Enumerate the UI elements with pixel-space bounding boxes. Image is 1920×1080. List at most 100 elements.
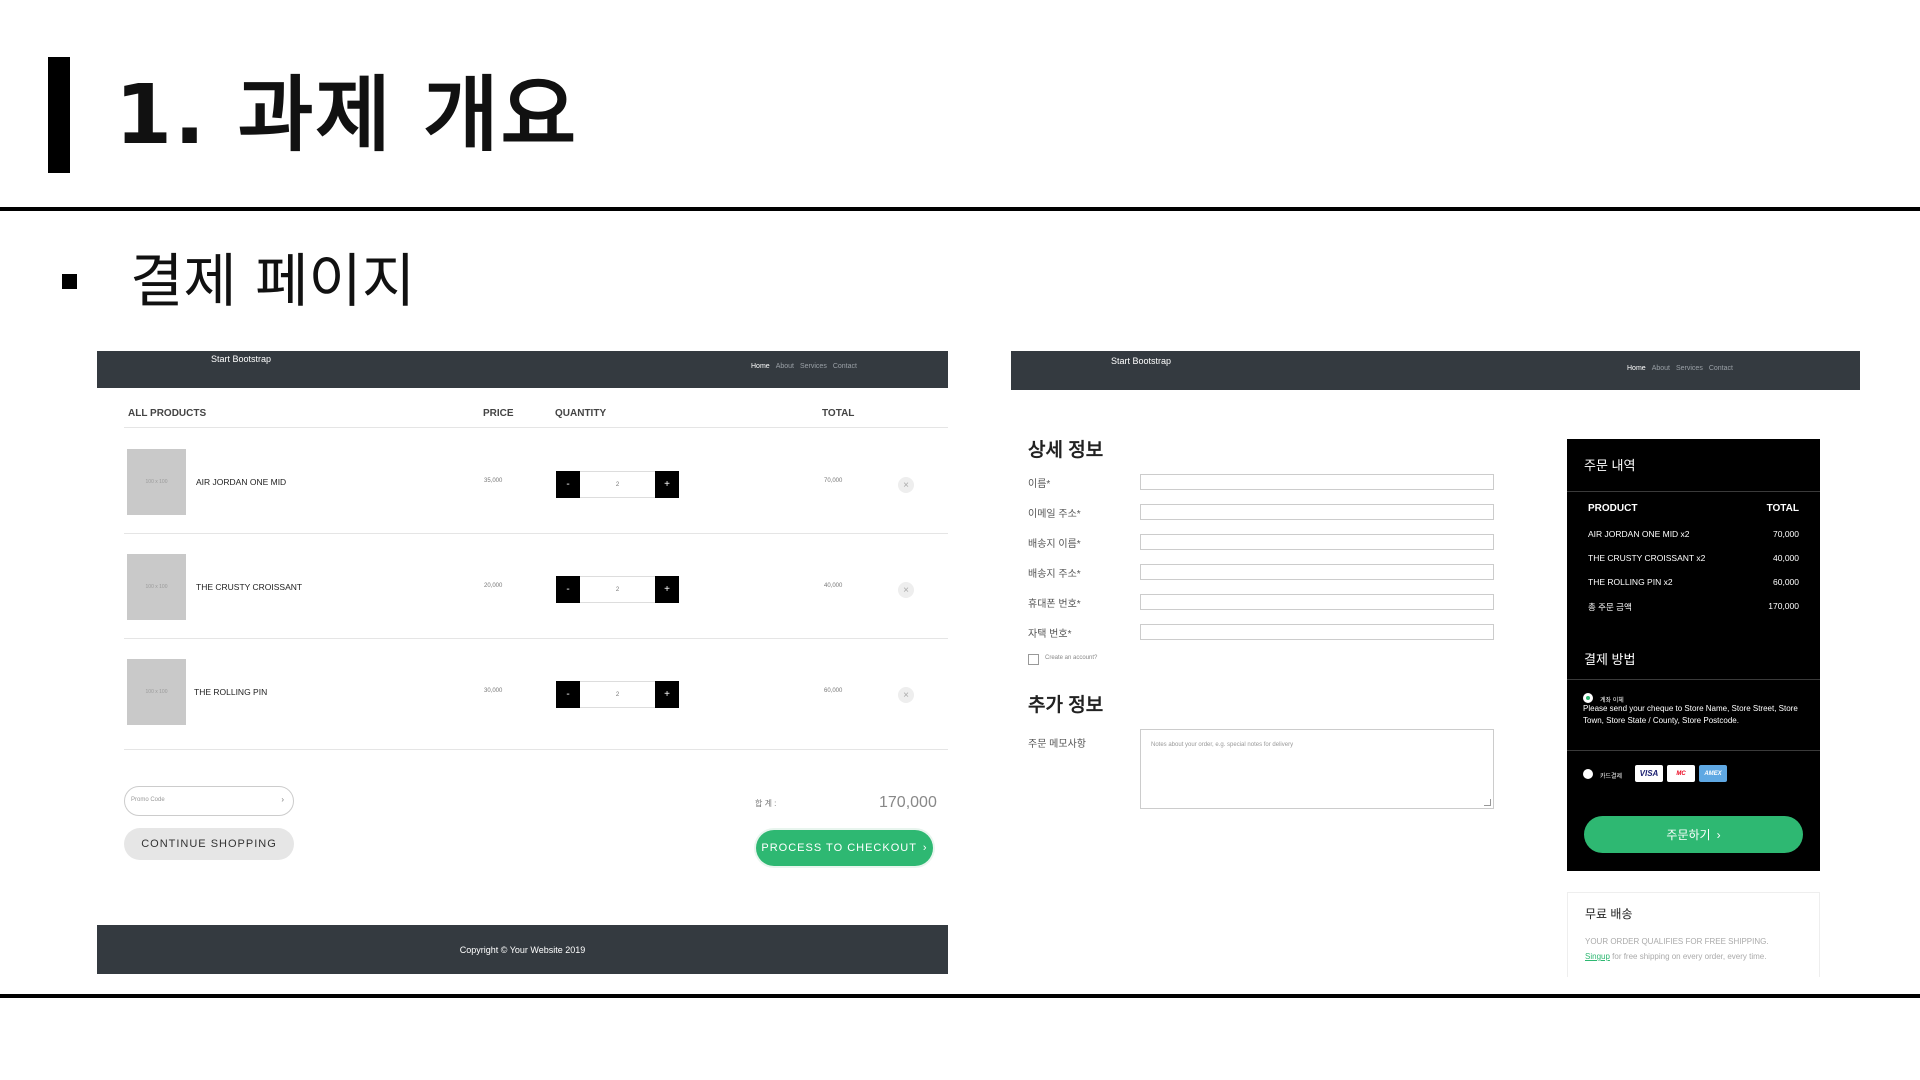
qty-plus-button[interactable]: + (655, 471, 679, 498)
qty-value[interactable]: 2 (580, 681, 655, 708)
nav-link-services[interactable]: Services (800, 363, 827, 370)
home-phone-field[interactable] (1140, 624, 1494, 640)
row-total: 60,000 (824, 688, 843, 694)
free-shipping-title: 무료 배송 (1585, 907, 1633, 921)
qty-plus-button[interactable]: + (655, 576, 679, 603)
transfer-radio[interactable] (1583, 693, 1593, 703)
subtotal-value: 170,000 (879, 794, 937, 811)
top-divider (0, 207, 1920, 211)
navbar-links: Home About Services Contact (751, 363, 857, 370)
navbar-brand[interactable]: Start Bootstrap (211, 354, 271, 364)
bottom-divider (0, 994, 1920, 998)
promo-code-input[interactable]: Promo Code › (124, 786, 294, 816)
continue-shopping-button[interactable]: CONTINUE SHOPPING (124, 828, 294, 860)
quantity-stepper: - 2 + (556, 576, 679, 603)
free-shipping-line1: YOUR ORDER QUALIFIES FOR FREE SHIPPING. (1585, 937, 1769, 946)
promo-submit-icon[interactable]: › (281, 795, 284, 804)
summary-amount: 40,000 (1773, 553, 1799, 563)
create-account-checkbox[interactable] (1028, 654, 1039, 665)
chevron-right-icon: › (1716, 827, 1721, 842)
place-order-button[interactable]: 주문하기 › (1584, 816, 1803, 853)
slide-subtitle: 결제 페이지 (130, 247, 416, 315)
row-total: 40,000 (824, 583, 843, 589)
process-to-checkout-button[interactable]: PROCESS TO CHECKOUT › (756, 830, 933, 866)
summary-item: AIR JORDAN ONE MID x2 (1588, 529, 1690, 539)
remove-icon[interactable]: × (898, 687, 914, 703)
payment-method-title: 결제 방법 (1584, 652, 1636, 667)
nav-link-home[interactable]: Home (751, 363, 770, 370)
qty-minus-button[interactable]: - (556, 576, 580, 603)
order-summary-title: 주문 내역 (1584, 458, 1636, 473)
header-total: TOTAL (822, 408, 855, 419)
bullet-square-icon (62, 274, 77, 289)
remove-icon[interactable]: × (898, 477, 914, 493)
qty-plus-button[interactable]: + (655, 681, 679, 708)
free-shipping-line2: Singup for free shipping on every order,… (1585, 952, 1766, 961)
product-price: 35,000 (484, 478, 503, 484)
create-account-label: Create an account? (1045, 655, 1098, 661)
summary-amount: 70,000 (1773, 529, 1799, 539)
cart-row: 100 x 100 AIR JORDAN ONE MID 35,000 - 2 … (124, 429, 948, 534)
resize-handle-icon[interactable] (1484, 799, 1491, 806)
qty-value[interactable]: 2 (580, 471, 655, 498)
field-label-mobile: 휴대폰 번호* (1028, 599, 1081, 610)
quantity-stepper: - 2 + (556, 471, 679, 498)
amex-icon: AMEX (1699, 765, 1727, 782)
navbar-brand[interactable]: Start Bootstrap (1111, 356, 1171, 366)
field-label-name: 이름* (1028, 479, 1051, 490)
nav-link-contact[interactable]: Contact (833, 363, 857, 370)
header-divider (124, 427, 948, 428)
nav-link-about[interactable]: About (1652, 365, 1670, 372)
transfer-description: Please send your cheque to Store Name, S… (1583, 704, 1798, 725)
field-label-email: 이메일 주소* (1028, 509, 1081, 520)
chevron-right-icon: › (922, 842, 928, 854)
field-label-address: 배송지 주소* (1028, 569, 1081, 580)
cart-navbar: Start Bootstrap Home About Services Cont… (97, 351, 948, 388)
summary-item: THE ROLLING PIN x2 (1588, 577, 1673, 587)
memo-label: 주문 메모사항 (1028, 739, 1086, 750)
product-price: 20,000 (484, 583, 503, 589)
mastercard-icon: MC (1667, 765, 1695, 782)
slide-title: 1. 과제 개요 (115, 68, 579, 163)
recipient-name-field[interactable] (1140, 534, 1494, 550)
email-field[interactable] (1140, 504, 1494, 520)
product-name: AIR JORDAN ONE MID (196, 477, 287, 487)
qty-minus-button[interactable]: - (556, 471, 580, 498)
nav-link-services[interactable]: Services (1676, 365, 1703, 372)
cart-row: 100 x 100 THE ROLLING PIN 30,000 - 2 + 6… (124, 639, 948, 744)
product-name: THE CRUSTY CROISSANT (196, 582, 303, 592)
card-radio[interactable] (1583, 769, 1593, 779)
summary-col-product: PRODUCT (1588, 503, 1638, 514)
summary-divider (1567, 491, 1820, 492)
place-order-label: 주문하기 (1666, 828, 1711, 842)
remove-icon[interactable]: × (898, 582, 914, 598)
signup-link[interactable]: Singup (1585, 952, 1610, 961)
checkout-page-screenshot: Start Bootstrap Home About Services Cont… (1011, 351, 1860, 977)
summary-grand-total-label: 총 주문 금액 (1588, 602, 1632, 612)
address-field[interactable] (1140, 564, 1494, 580)
cart-footer: Copyright © Your Website 2019 (97, 925, 948, 974)
order-notes-textarea[interactable]: Notes about your order, e.g. special not… (1140, 729, 1494, 809)
payment-divider (1567, 679, 1820, 680)
nav-link-home[interactable]: Home (1627, 365, 1646, 372)
cart-page-screenshot: Start Bootstrap Home About Services Cont… (97, 351, 948, 974)
visa-icon: VISA (1635, 765, 1663, 782)
mobile-field[interactable] (1140, 594, 1494, 610)
title-accent-bar (48, 57, 70, 173)
memo-placeholder: Notes about your order, e.g. special not… (1151, 742, 1294, 748)
checkout-navbar: Start Bootstrap Home About Services Cont… (1011, 351, 1860, 390)
order-summary-panel: 주문 내역 PRODUCT TOTAL AIR JORDAN ONE MID x… (1567, 439, 1820, 871)
product-price: 30,000 (484, 688, 503, 694)
quantity-stepper: - 2 + (556, 681, 679, 708)
nav-link-about[interactable]: About (776, 363, 794, 370)
nav-link-contact[interactable]: Contact (1709, 365, 1733, 372)
cart-row: 100 x 100 THE CRUSTY CROISSANT 20,000 - … (124, 534, 948, 639)
qty-value[interactable]: 2 (580, 576, 655, 603)
product-thumbnail: 100 x 100 (127, 659, 186, 725)
promo-placeholder: Promo Code (131, 797, 165, 803)
name-field[interactable] (1140, 474, 1494, 490)
qty-minus-button[interactable]: - (556, 681, 580, 708)
header-price: PRICE (483, 408, 514, 419)
product-name: THE ROLLING PIN (194, 687, 268, 697)
summary-item: THE CRUSTY CROISSANT x2 (1588, 553, 1706, 563)
